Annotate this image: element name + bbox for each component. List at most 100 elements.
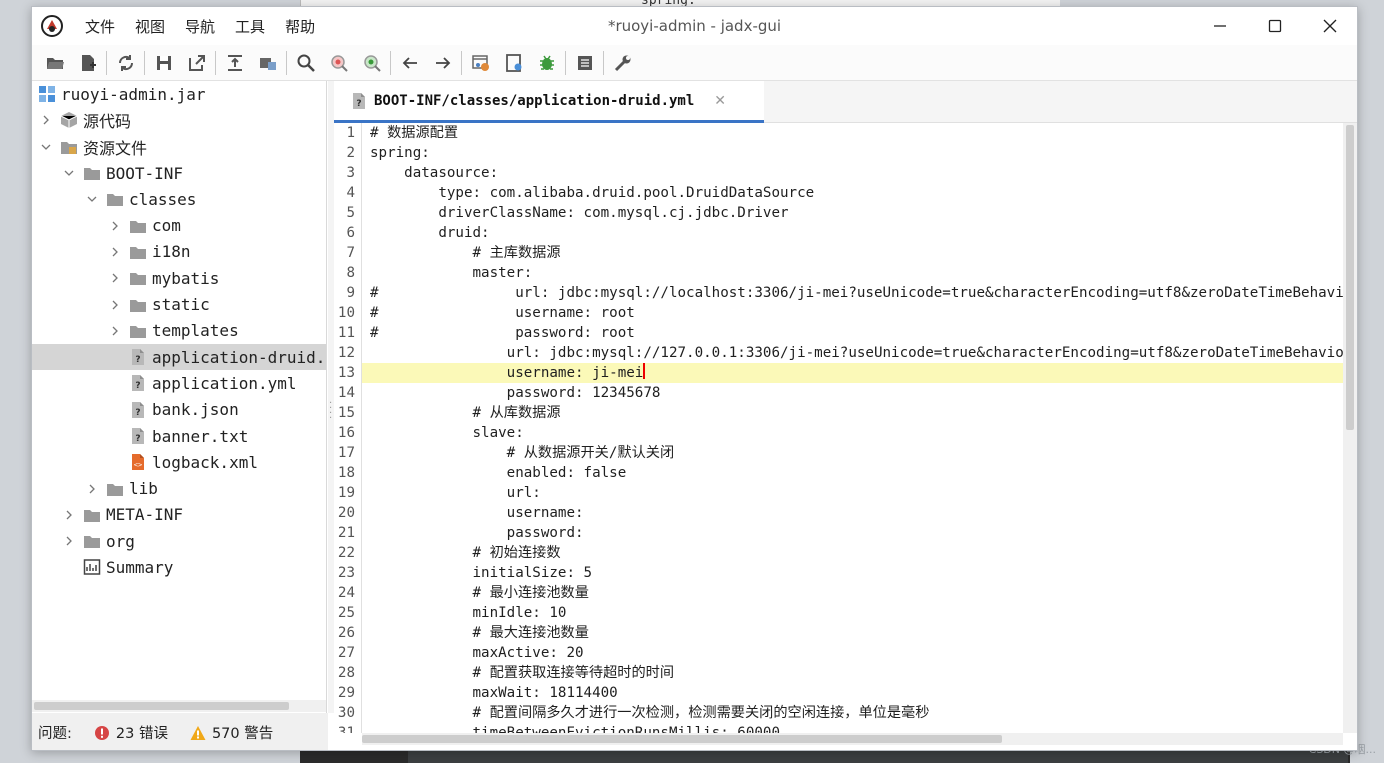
code-line[interactable]: 29 maxWait: 18114400 [334, 683, 1343, 703]
chevron-down-icon[interactable] [61, 165, 77, 181]
menu-item-1[interactable]: 视图 [127, 16, 177, 37]
tree-item[interactable]: Summary [32, 554, 326, 580]
chevron-right-icon[interactable] [38, 112, 54, 128]
chevron-down-icon[interactable] [38, 139, 54, 155]
code-line[interactable]: 19 url: [334, 483, 1343, 503]
chevron-down-icon[interactable] [84, 191, 100, 207]
code-line[interactable]: 20 username: [334, 503, 1343, 523]
chevron-right-icon[interactable] [107, 297, 123, 313]
chevron-right-icon[interactable] [61, 507, 77, 523]
code-line[interactable]: 23 initialSize: 5 [334, 563, 1343, 583]
code-area[interactable]: 1 # 数据源配置 2 spring: 3 datasource: 4 type: com… [334, 123, 1343, 733]
svg-text:?: ? [356, 99, 361, 109]
editor-horizontal-scrollbar[interactable] [362, 733, 1343, 745]
chevron-right-icon[interactable] [107, 323, 123, 339]
menu-item-4[interactable]: 帮助 [277, 16, 327, 37]
preferences-button[interactable] [606, 48, 639, 78]
debugger-button[interactable] [530, 48, 563, 78]
code-line[interactable]: 30 # 配置间隔多久才进行一次检测，检测需要关闭的空闲连接，单位是毫秒 [334, 703, 1343, 723]
code-line[interactable]: 7 # 主库数据源 [334, 243, 1343, 263]
tree-item[interactable]: ? bank.json [32, 397, 326, 423]
code-line[interactable]: 22 # 初始连接数 [334, 543, 1343, 563]
code-line[interactable]: 26 # 最大连接池数量 [334, 623, 1343, 643]
code-line[interactable]: 5 driverClassName: com.mysql.cj.jdbc.Dri… [334, 203, 1343, 223]
tree-horizontal-scrollbar[interactable] [32, 700, 326, 712]
code-line[interactable]: 12 url: jdbc:mysql://127.0.0.1:3306/ji-m… [334, 343, 1343, 363]
back-button[interactable] [393, 48, 426, 78]
code-line[interactable]: 1 # 数据源配置 [334, 123, 1343, 143]
line-number: 28 [334, 663, 362, 683]
code-line[interactable]: 14 password: 12345678 [334, 383, 1343, 403]
open-file-button[interactable] [38, 48, 71, 78]
code-line[interactable]: 27 maxActive: 20 [334, 643, 1343, 663]
tree-item[interactable]: com [32, 212, 326, 238]
chevron-right-icon[interactable] [107, 218, 123, 234]
quark-button[interactable] [497, 48, 530, 78]
export-button[interactable] [180, 48, 213, 78]
usage-search-button[interactable] [355, 48, 388, 78]
jadx-logo-icon[interactable] [41, 15, 63, 37]
add-files-button[interactable] [71, 48, 104, 78]
code-line[interactable]: 21 password: [334, 523, 1343, 543]
code-line[interactable]: 24 # 最小连接池数量 [334, 583, 1343, 603]
editor-vertical-scrollbar[interactable] [1343, 123, 1357, 733]
reload-button[interactable] [109, 48, 142, 78]
code-line[interactable]: 15 # 从库数据源 [334, 403, 1343, 423]
tab-application-druid[interactable]: ? BOOT-INF/classes/application-druid.yml… [334, 81, 764, 123]
code-line[interactable]: 9 # url: jdbc:mysql://localhost:3306/ji-m… [334, 283, 1343, 303]
errors-indicator[interactable]: 23 错误 [94, 722, 168, 743]
code-line[interactable]: 16 slave: [334, 423, 1343, 443]
tree-item[interactable]: <> logback.xml [32, 449, 326, 475]
tree-item[interactable]: ? application.yml [32, 370, 326, 396]
tree-item[interactable]: META-INF [32, 502, 326, 528]
code-line[interactable]: 2 spring: [334, 143, 1343, 163]
save-all-button[interactable] [147, 48, 180, 78]
tab-close-icon[interactable]: ✕ [714, 93, 726, 109]
code-line[interactable]: 18 enabled: false [334, 463, 1343, 483]
code-line[interactable]: 8 master: [334, 263, 1343, 283]
tree-item[interactable]: 资源文件 [32, 134, 326, 160]
code-line[interactable]: 10 # username: root [334, 303, 1343, 323]
tree-item[interactable]: lib [32, 475, 326, 501]
forward-button[interactable] [426, 48, 459, 78]
code-line[interactable]: 17 # 从数据源开关/默认关闭 [334, 443, 1343, 463]
text-search-button[interactable] [289, 48, 322, 78]
maximize-button[interactable] [1247, 7, 1302, 45]
tree-item[interactable]: ruoyi-admin.jar [32, 81, 326, 107]
code-line[interactable]: 25 minIdle: 10 [334, 603, 1343, 623]
code-line[interactable]: 13 username: ji-mei [334, 363, 1343, 383]
tree-item[interactable]: i18n [32, 239, 326, 265]
tree-item[interactable]: templates [32, 318, 326, 344]
minimize-button[interactable] [1192, 7, 1247, 45]
warnings-indicator[interactable]: 570 警告 [190, 722, 273, 743]
code-line[interactable]: 28 # 配置获取连接等待超时的时间 [334, 663, 1343, 683]
code-line[interactable]: 11 # password: root [334, 323, 1343, 343]
chevron-right-icon[interactable] [107, 270, 123, 286]
tree-item[interactable]: ? application-druid. [32, 343, 326, 371]
tree-item[interactable]: org [32, 528, 326, 554]
chevron-right-icon[interactable] [84, 481, 100, 497]
code-line[interactable]: 31 timeBetweenEvictionRunsMillis: 60000 [334, 723, 1343, 733]
chevron-right-icon[interactable] [107, 244, 123, 260]
tree-item[interactable]: mybatis [32, 265, 326, 291]
project-tree[interactable]: ruoyi-admin.jar 源代码 资源文件 BOOT-INF classes com… [32, 81, 327, 713]
chevron-right-icon[interactable] [61, 533, 77, 549]
line-number: 31 [334, 723, 362, 733]
menu-item-0[interactable]: 文件 [77, 16, 127, 37]
code-line[interactable]: 4 type: com.alibaba.druid.pool.DruidData… [334, 183, 1343, 203]
tree-item[interactable]: ? banner.txt [32, 423, 326, 449]
code-line[interactable]: 6 druid: [334, 223, 1343, 243]
class-search-button[interactable] [322, 48, 355, 78]
tree-item[interactable]: classes [32, 186, 326, 212]
log-viewer-button[interactable] [568, 48, 601, 78]
sync-tree-button[interactable] [251, 48, 284, 78]
flatten-packages-button[interactable] [218, 48, 251, 78]
tree-item[interactable]: static [32, 291, 326, 317]
tree-item[interactable]: 源代码 [32, 107, 326, 133]
code-line[interactable]: 3 datasource: [334, 163, 1343, 183]
menu-item-2[interactable]: 导航 [177, 16, 227, 37]
close-button[interactable] [1302, 7, 1357, 45]
menu-item-3[interactable]: 工具 [227, 16, 277, 37]
tree-item[interactable]: BOOT-INF [32, 160, 326, 186]
deobfuscation-button[interactable] [464, 48, 497, 78]
